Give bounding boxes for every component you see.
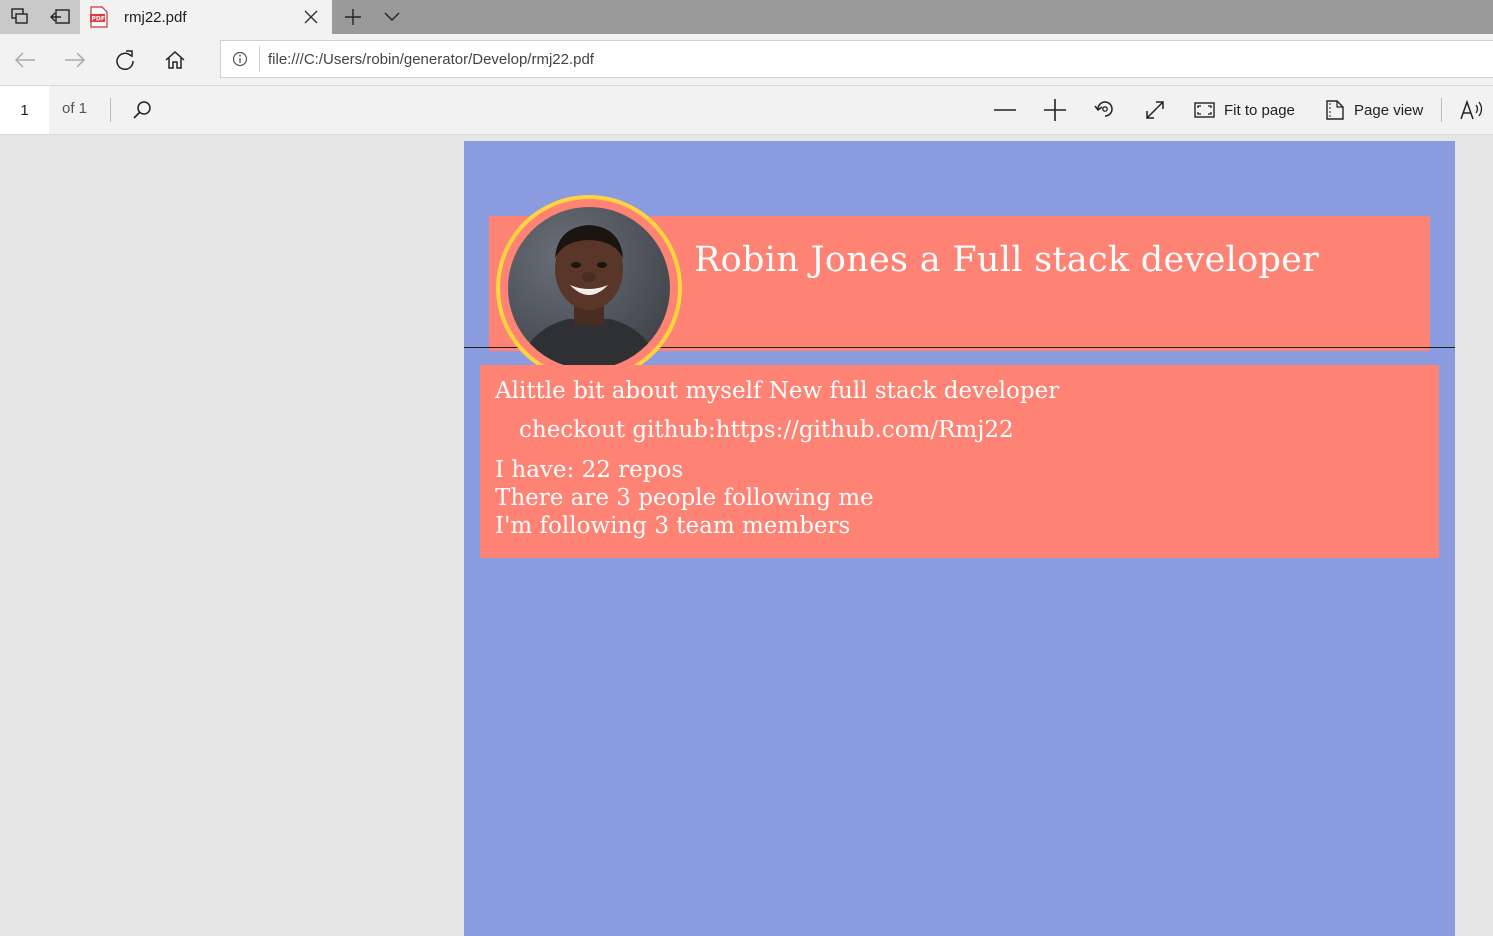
new-tab-button[interactable] <box>340 4 366 30</box>
pdf-toolbar: 1 of 1 Fit to page Page view <box>0 86 1493 135</box>
tab-strip: PDF rmj22.pdf <box>0 0 1493 34</box>
refresh-button[interactable] <box>111 46 139 74</box>
about-card: Alittle bit about myself New full stack … <box>480 365 1439 558</box>
tab-title: rmj22.pdf <box>124 8 187 26</box>
forward-button[interactable] <box>61 46 89 74</box>
zoom-out-button[interactable] <box>991 96 1019 124</box>
pdf-file-icon: PDF <box>90 6 108 28</box>
forward-arrow-icon <box>65 52 86 68</box>
fit-to-page-button[interactable]: Fit to page <box>1194 96 1295 124</box>
home-button[interactable] <box>161 46 189 74</box>
about-text: Alittle bit about myself New full stack … <box>495 378 1060 404</box>
navigation-bar: file:///C:/Users/robin/generator/Develop… <box>0 34 1493 86</box>
repos-count-text: I have: 22 repos <box>495 457 684 483</box>
site-info-icon[interactable] <box>231 50 249 68</box>
refresh-icon <box>116 50 134 70</box>
tab-actions-button[interactable] <box>0 0 40 34</box>
tab-preview-button[interactable] <box>379 4 405 30</box>
close-tab-icon[interactable] <box>300 6 322 28</box>
following-text: I'm following 3 team members <box>495 513 851 539</box>
page-view-button[interactable]: Page view <box>1325 96 1423 124</box>
address-url[interactable]: file:///C:/Users/robin/generator/Develop… <box>268 51 594 68</box>
address-divider <box>259 46 260 72</box>
profile-photo <box>508 207 670 369</box>
back-arrow-icon <box>14 52 35 68</box>
full-screen-button[interactable] <box>1141 96 1169 124</box>
rotate-button[interactable] <box>1091 96 1119 124</box>
search-icon <box>133 101 151 119</box>
page-view-label: Page view <box>1354 101 1424 119</box>
page-view-icon <box>1326 100 1344 120</box>
plus-icon <box>345 9 361 25</box>
page-count: of 1 <box>62 100 88 117</box>
tab-actions-icon <box>11 8 28 24</box>
fit-to-page-label: Fit to page <box>1224 101 1295 119</box>
pdf-page: Robin Jones a Full stack developer Alitt… <box>464 141 1455 936</box>
github-link-text: checkout github:https://github.com/Rmj22 <box>519 417 1014 443</box>
rotate-icon <box>1094 101 1113 117</box>
fit-to-page-icon <box>1194 102 1215 118</box>
page-number-input[interactable]: 1 <box>0 86 49 134</box>
plus-icon <box>1044 99 1066 121</box>
minus-icon <box>994 109 1016 111</box>
zoom-in-button[interactable] <box>1041 96 1069 124</box>
set-tabs-aside-button[interactable] <box>40 0 80 34</box>
read-aloud-button[interactable] <box>1459 96 1487 124</box>
followers-text: There are 3 people following me <box>495 485 874 511</box>
avatar <box>496 195 682 381</box>
set-tabs-aside-icon <box>50 9 70 24</box>
find-button[interactable] <box>128 96 156 124</box>
chevron-down-icon <box>384 12 400 21</box>
read-aloud-icon <box>1460 99 1483 120</box>
expand-icon <box>1146 101 1164 119</box>
toolbar-divider <box>110 98 111 122</box>
address-bar[interactable]: file:///C:/Users/robin/generator/Develop… <box>220 40 1493 78</box>
home-icon <box>165 50 185 69</box>
back-button[interactable] <box>11 46 39 74</box>
document-title: Robin Jones a Full stack developer <box>694 240 1320 280</box>
svg-text:PDF: PDF <box>92 16 105 23</box>
toolbar-divider <box>1441 98 1442 122</box>
browser-tab-active[interactable]: PDF rmj22.pdf <box>80 0 332 34</box>
